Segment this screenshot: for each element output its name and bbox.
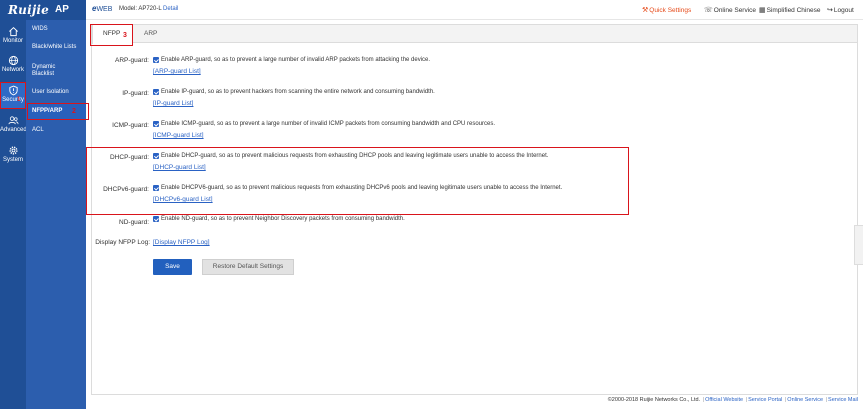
- rail-label: Network: [1, 67, 24, 73]
- rail-label: Advanced: [0, 127, 27, 133]
- footer-link-official-website[interactable]: Official Website: [705, 397, 743, 403]
- highlight-nfpp-arp: [27, 103, 89, 120]
- security-subnav: WIDS Black/white Lists Dynamic Blacklist…: [26, 20, 86, 409]
- footer-link-service-portal[interactable]: Service Portal: [748, 397, 782, 403]
- icmp-guard-checkbox[interactable]: [153, 121, 159, 127]
- globe-icon: [8, 55, 18, 66]
- arp-guard-desc: Enable ARP-guard, so as to prevent a lar…: [161, 57, 431, 63]
- footer-link-service-mail[interactable]: Service Mail: [828, 397, 858, 403]
- footer: ©2000-2018 Ruijie Networks Co., Ltd. |Of…: [607, 397, 858, 403]
- device-model: Model: AP720-L: [119, 6, 162, 12]
- rail-item-advanced[interactable]: Advanced: [0, 112, 27, 138]
- language-icon: ▦: [759, 7, 766, 14]
- copyright: ©2000-2018 Ruijie Networks Co., Ltd.: [607, 397, 701, 403]
- language-link[interactable]: ▦Simplified Chinese: [759, 6, 820, 14]
- icmp-guard-list-link[interactable]: [ICMP-guard List]: [153, 132, 204, 139]
- subnav-item-user-isolation[interactable]: User Isolation: [26, 89, 86, 96]
- logo: Ruijie AP: [0, 0, 86, 20]
- rail-item-network[interactable]: Network: [0, 52, 26, 78]
- users-icon: [8, 116, 18, 125]
- eweb-logo: eWEB: [92, 4, 113, 13]
- subnav-item-acl[interactable]: ACL: [26, 127, 86, 134]
- nfpp-log-label: Display NFPP Log:: [95, 239, 150, 246]
- rail-label: Monitor: [2, 38, 23, 44]
- ip-guard-desc: Enable IP-guard, so as to prevent hacker…: [161, 89, 435, 95]
- tab-bar: NFPP ARP: [92, 25, 857, 44]
- highlight-dhcp-rows: [86, 147, 629, 215]
- wrench-icon: ⚒: [642, 7, 649, 14]
- ip-guard-checkbox[interactable]: [153, 89, 159, 95]
- rail-label: System: [2, 157, 23, 163]
- quick-settings-link[interactable]: ⚒Quick Settings: [642, 6, 691, 14]
- online-service-link[interactable]: ☏Online Service: [704, 6, 756, 14]
- subnav-item-wids[interactable]: WIDS: [26, 26, 86, 33]
- ip-guard-list-link[interactable]: [IP-guard List]: [153, 100, 193, 107]
- nd-guard-checkbox[interactable]: [153, 216, 159, 222]
- detail-link[interactable]: Detail: [163, 6, 178, 12]
- ip-guard-label: IP-guard:: [122, 90, 149, 97]
- nd-guard-desc: Enable ND-guard, so as to prevent Neighb…: [161, 216, 405, 222]
- gear-icon: [8, 146, 18, 155]
- main-nav-rail: Monitor Network Security Advanced System: [0, 20, 27, 409]
- nfpp-log-link[interactable]: [Display NFPP Log]: [153, 239, 210, 246]
- marker-1: 1: [17, 97, 21, 103]
- logout-icon: ↪: [827, 7, 833, 14]
- side-scroll-handle[interactable]: [854, 225, 863, 265]
- product-name: AP: [55, 4, 69, 15]
- footer-link-online-service[interactable]: Online Service: [787, 397, 823, 403]
- restore-default-button[interactable]: Restore Default Settings: [202, 259, 294, 275]
- highlight-security-nav: [0, 82, 26, 109]
- tab-arp[interactable]: ARP: [134, 25, 167, 43]
- subnav-item-dynamic-blacklist[interactable]: Dynamic Blacklist: [26, 64, 70, 78]
- save-button[interactable]: Save: [153, 259, 192, 275]
- icmp-guard-label: ICMP-guard:: [112, 122, 149, 129]
- icmp-guard-desc: Enable ICMP-guard, so as to prevent a la…: [161, 121, 496, 127]
- marker-3: 3: [123, 32, 127, 39]
- arp-guard-label: ARP-guard:: [115, 57, 149, 64]
- brand-logo: Ruijie: [8, 3, 49, 17]
- subnav-item-black-white-lists[interactable]: Black/white Lists: [26, 44, 86, 51]
- logout-link[interactable]: ↪Logout: [827, 6, 854, 14]
- rail-item-system[interactable]: System: [0, 142, 26, 168]
- rail-item-monitor[interactable]: Monitor: [0, 23, 26, 49]
- nd-guard-label: ND-guard:: [119, 219, 149, 226]
- arp-guard-list-link[interactable]: [ARP-guard List]: [153, 68, 201, 75]
- home-icon: [8, 27, 18, 37]
- top-header: eWEB Model: AP720-L Detail ⚒Quick Settin…: [86, 0, 863, 20]
- marker-2: 2: [72, 108, 76, 115]
- headset-icon: ☏: [704, 7, 713, 14]
- arp-guard-checkbox[interactable]: [153, 57, 159, 63]
